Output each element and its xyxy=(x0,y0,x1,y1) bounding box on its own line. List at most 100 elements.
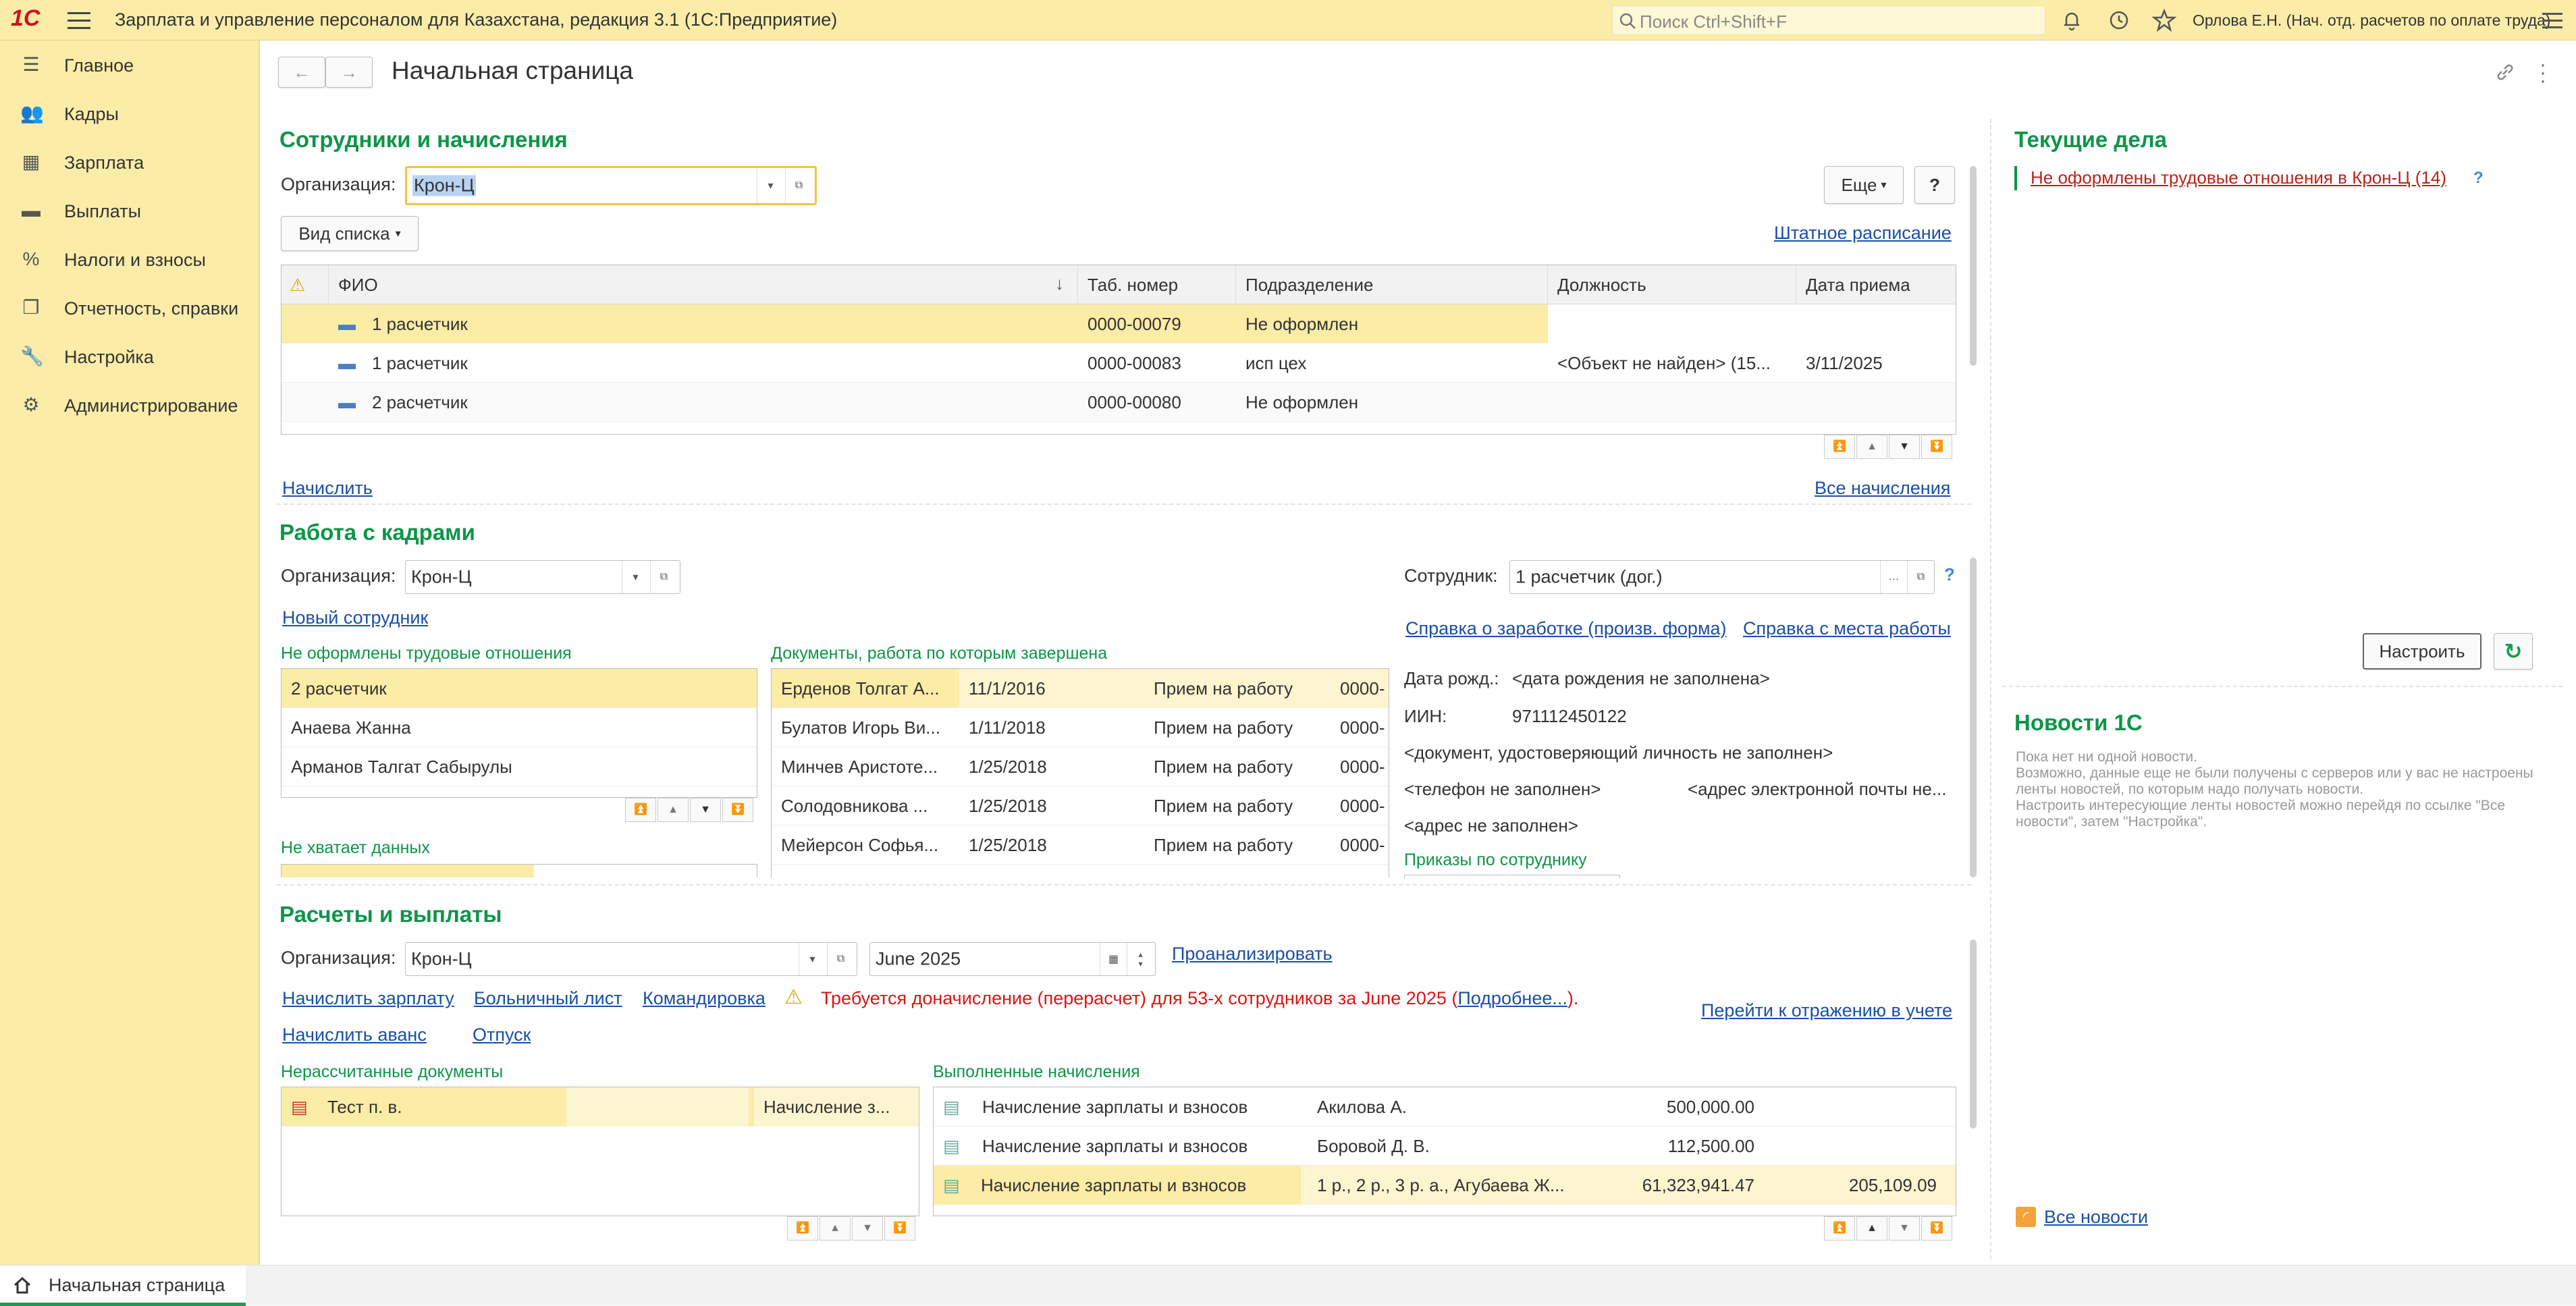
scrollbar[interactable] xyxy=(1970,940,1977,1128)
scrollbar[interactable] xyxy=(1970,166,1977,366)
work-cert-link[interactable]: Справка с места работы xyxy=(1743,618,1951,639)
history-icon[interactable] xyxy=(2108,9,2130,32)
help-button[interactable]: ? xyxy=(1914,166,1955,204)
accrue-link[interactable]: Начислить xyxy=(282,478,373,499)
column-header[interactable]: Должность xyxy=(1548,265,1796,304)
reflect-link[interactable]: Перейти к отражению в учете xyxy=(1701,1000,1952,1021)
column-header[interactable]: Подразделение xyxy=(1236,265,1548,304)
last-icon[interactable]: ⏬ xyxy=(1921,1216,1952,1241)
table-row[interactable]: Солодовникова ... 1/25/2018 Прием на раб… xyxy=(772,786,1389,825)
business-trip-link[interactable]: Командировка xyxy=(643,988,766,1009)
down-icon[interactable]: ▼ xyxy=(1889,435,1920,459)
open-icon[interactable]: ⧉ xyxy=(827,943,854,975)
user-name[interactable]: Орлова Е.Н. (Нач. отд. расчетов по оплат… xyxy=(2193,11,2550,30)
accrue-salary-link[interactable]: Начислить зарплату xyxy=(282,988,454,1009)
advance-link[interactable]: Начислить аванс xyxy=(282,1025,427,1045)
sidebar-item-settings[interactable]: 🔧 Настройка xyxy=(0,332,260,381)
down-icon[interactable]: ▼ xyxy=(690,798,721,822)
sidebar-item-salary[interactable]: ▦ Зарплата xyxy=(0,138,260,186)
back-button[interactable]: ← xyxy=(278,57,325,88)
period-input[interactable]: June 2025 ▦ ▴ ▾ xyxy=(869,942,1156,976)
list-view-button[interactable]: Вид списка ▾ xyxy=(281,216,419,251)
first-icon[interactable]: ⏫ xyxy=(1824,1216,1855,1241)
list-item[interactable]: Арманов Талгат Сабырулы xyxy=(281,747,757,786)
more-button[interactable]: Еще ▾ xyxy=(1824,166,1904,204)
open-icon[interactable]: ⧉ xyxy=(1907,561,1934,593)
refresh-button[interactable]: ↻ xyxy=(2494,633,2533,670)
analyze-link[interactable]: Проанализировать xyxy=(1172,944,1333,964)
sort-down-icon[interactable]: ↓ xyxy=(1055,273,1064,294)
table-row[interactable]: ▤ Начисление зарплаты и взносов Боровой … xyxy=(934,1126,1956,1166)
first-icon[interactable]: ⏫ xyxy=(787,1216,818,1241)
up-icon[interactable]: ▲ xyxy=(1856,435,1887,459)
up-icon[interactable]: ▲ xyxy=(658,798,689,822)
table-row[interactable]: Ерденов Толгат А... 11/1/2016 Прием на р… xyxy=(772,669,1389,708)
staffing-link[interactable]: Штатное расписание xyxy=(1774,223,1952,244)
calendar-icon[interactable]: ▦ xyxy=(1100,943,1127,975)
app-logo[interactable]: 1С xyxy=(11,5,51,35)
org-select[interactable]: Крон-Ц ▾ ⧉ xyxy=(405,166,817,205)
table-row[interactable]: Мейерсон Софья... 1/25/2018 Прием на раб… xyxy=(772,825,1389,865)
forward-button[interactable]: → xyxy=(325,57,373,88)
column-header[interactable]: Таб. номер xyxy=(1078,265,1236,304)
last-icon[interactable]: ⏬ xyxy=(884,1216,915,1241)
down-icon[interactable]: ▼ xyxy=(1889,1216,1920,1241)
sidebar-item-reports[interactable]: ❐ Отчетность, справки xyxy=(0,283,260,332)
chevron-down-icon[interactable]: ▾ xyxy=(622,561,649,593)
hr-org-select[interactable]: Крон-Ц ▾ ⧉ xyxy=(405,560,680,594)
search-input[interactable]: Поиск Ctrl+Shift+F xyxy=(1612,5,2045,35)
tab-home[interactable]: Начальная страница xyxy=(0,1266,246,1306)
table-row[interactable]: Булатов Игорь Ви... 1/11/2018 Прием на р… xyxy=(772,708,1389,747)
table-row[interactable]: ▬ 1 расчетчик 0000-00083 исп цех <Объект… xyxy=(281,344,1956,383)
table-row[interactable]: ▤ Начисление зарплаты и взносов Акилова … xyxy=(934,1087,1956,1126)
employee-select[interactable]: 1 расчетчик (дог.) … ⧉ xyxy=(1509,560,1935,594)
column-header[interactable]: ФИО xyxy=(329,265,1078,304)
table-row[interactable]: Минчев Аристоте... 1/25/2018 Прием на ра… xyxy=(772,747,1389,786)
chevron-down-icon[interactable]: ▾ xyxy=(757,168,784,203)
current-task-link[interactable]: Не оформлены трудовые отношения в Крон-Ц… xyxy=(2031,167,2446,188)
column-header[interactable]: Дата приема xyxy=(1796,265,1956,304)
help-icon[interactable]: ? xyxy=(2473,169,2484,188)
warning-icon[interactable]: ⚠ xyxy=(281,265,329,304)
sidebar-item-taxes[interactable]: % Налоги и взносы xyxy=(0,235,260,283)
last-icon[interactable]: ⏬ xyxy=(1921,435,1952,459)
open-icon[interactable]: ⧉ xyxy=(650,561,677,593)
table-row[interactable]: ▬ 1 расчетчик 0000-00079 Не оформлен xyxy=(281,304,1956,344)
link-icon[interactable] xyxy=(2495,62,2515,82)
vacation-link[interactable]: Отпуск xyxy=(473,1025,531,1045)
main-menu-icon[interactable] xyxy=(68,9,90,30)
more-details-link[interactable]: Подробнее... xyxy=(1457,988,1567,1008)
all-news-link[interactable]: Все новости xyxy=(2044,1207,2148,1228)
list-item[interactable]: Анаева Жанна xyxy=(281,708,757,747)
ellipsis-icon[interactable]: … xyxy=(1880,561,1907,593)
new-employee-link[interactable]: Новый сотрудник xyxy=(282,607,428,628)
chevron-down-icon[interactable]: ▾ xyxy=(799,943,826,975)
period-stepper[interactable]: ▴ ▾ xyxy=(1127,943,1154,975)
sick-leave-link[interactable]: Больничный лист xyxy=(474,988,622,1009)
scrollbar[interactable] xyxy=(1970,557,1977,877)
last-icon[interactable]: ⏬ xyxy=(722,798,753,822)
sidebar-item-main[interactable]: ☰ Главное xyxy=(0,40,260,89)
salary-cert-link[interactable]: Справка о заработке (произв. форма) xyxy=(1405,618,1727,639)
all-accruals-link[interactable]: Все начисления xyxy=(1815,478,1950,499)
sidebar-item-hr[interactable]: 👥 Кадры xyxy=(0,89,260,138)
settings-menu-icon[interactable] xyxy=(2542,11,2562,30)
sidebar-item-admin[interactable]: ⚙ Администрирование xyxy=(0,381,260,429)
help-icon[interactable]: ? xyxy=(1944,564,1955,585)
first-icon[interactable]: ⏫ xyxy=(1824,435,1855,459)
configure-button[interactable]: Настроить xyxy=(2363,633,2481,670)
sidebar-item-payments[interactable]: ▬ Выплаты xyxy=(0,186,260,235)
up-icon[interactable]: ▲ xyxy=(820,1216,851,1241)
open-icon[interactable]: ⧉ xyxy=(785,168,812,203)
more-vertical-icon[interactable]: · · · xyxy=(2540,55,2546,91)
table-row[interactable]: ▬ 2 расчетчик 0000-00080 Не оформлен xyxy=(281,383,1956,422)
bell-icon[interactable] xyxy=(2060,9,2083,32)
table-row[interactable]: ▤ Начисление зарплаты и взносов 1 р., 2 … xyxy=(934,1166,1956,1205)
table-row[interactable]: ▤ Тест п. в. Начисление з... xyxy=(281,1087,919,1126)
down-icon[interactable]: ▼ xyxy=(852,1216,883,1241)
favorites-star-icon[interactable] xyxy=(2152,8,2176,32)
list-item[interactable]: 2 расчетчик xyxy=(281,669,757,708)
first-icon[interactable]: ⏫ xyxy=(625,798,656,822)
payroll-org-select[interactable]: Крон-Ц ▾ ⧉ xyxy=(405,942,857,976)
up-icon[interactable]: ▲ xyxy=(1856,1216,1887,1241)
